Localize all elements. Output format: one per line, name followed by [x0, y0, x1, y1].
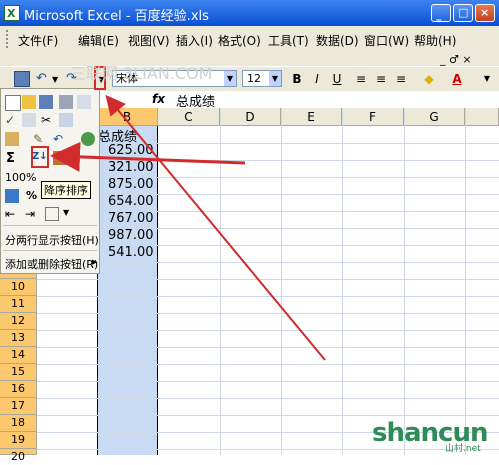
annotation-arrow-to-options [105, 94, 326, 361]
annotation-arrow-to-sort [50, 141, 246, 172]
watermark-faint: 三联网 3LIAN.COM [70, 64, 213, 83]
watermark-sub: 山村.net [445, 444, 481, 454]
